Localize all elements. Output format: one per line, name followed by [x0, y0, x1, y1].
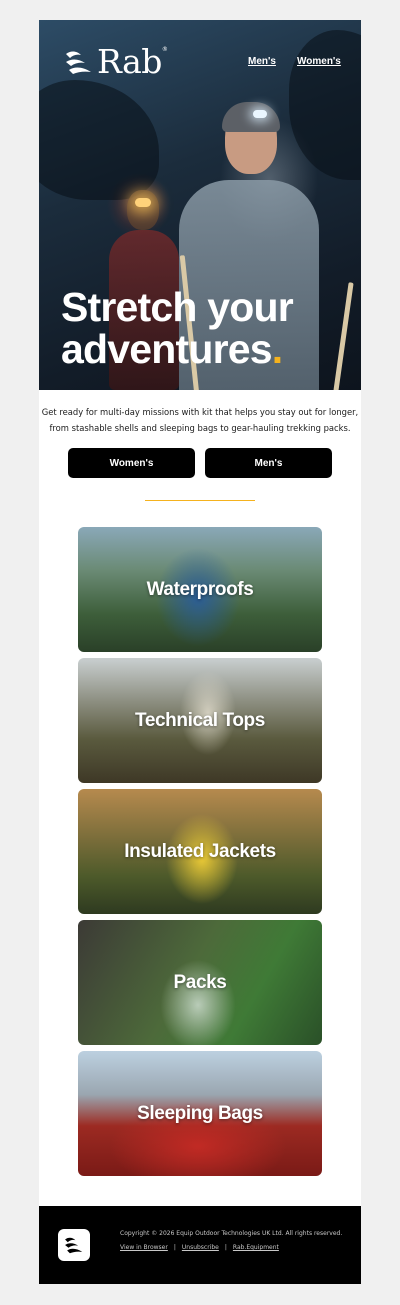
- rab-bird-icon: [65, 1237, 83, 1254]
- rab-bird-icon: [66, 50, 91, 74]
- category-tile-packs[interactable]: Packs: [78, 920, 322, 1045]
- hero-headline-line2: adventures: [61, 326, 273, 372]
- headlamp-glow: [135, 198, 151, 207]
- intro-line: from stashable shells and sleeping bags …: [49, 423, 351, 433]
- headlamp-glow: [253, 110, 267, 118]
- mens-button[interactable]: Men's: [205, 448, 332, 478]
- category-tile-technical-tops[interactable]: Technical Tops: [78, 658, 322, 783]
- category-label: Waterproofs: [146, 578, 254, 600]
- footer-links: View in Browser | Unsubscribe | Rab.Equipmen…: [120, 1244, 279, 1251]
- category-tile-insulated-jackets[interactable]: Insulated Jackets: [78, 789, 322, 914]
- footer-logo[interactable]: [58, 1229, 90, 1261]
- footer-copyright: Copyright © 2026 Equip Outdoor Technolog…: [120, 1230, 343, 1237]
- hero-headline: Stretch your adventures.: [61, 284, 294, 372]
- email-container: Rab ® Men's Women's Stretch your adventu…: [39, 20, 361, 1284]
- unsubscribe-link[interactable]: Unsubscribe: [182, 1244, 219, 1251]
- category-label: Packs: [173, 971, 227, 993]
- hero-rock-shadow: [289, 30, 361, 180]
- hero-headline-dot: .: [271, 326, 283, 372]
- brand-wordmark: Rab: [97, 42, 162, 81]
- registered-mark: ®: [161, 46, 168, 53]
- hero-banner[interactable]: Rab ® Men's Women's Stretch your adventu…: [39, 20, 361, 390]
- beanie-hat: [222, 102, 280, 132]
- intro-line: Get ready for multi-day missions with ki…: [41, 407, 359, 417]
- footer-separator: |: [173, 1244, 176, 1251]
- view-in-browser-link[interactable]: View in Browser: [120, 1244, 168, 1251]
- category-tile-waterproofs[interactable]: Waterproofs: [78, 527, 322, 652]
- category-label: Sleeping Bags: [137, 1102, 263, 1124]
- category-label: Technical Tops: [135, 709, 265, 731]
- womens-button[interactable]: Women's: [68, 448, 195, 478]
- nav-link-womens[interactable]: Women's: [297, 56, 341, 67]
- intro-text: Get ready for multi-day missions with ki…: [39, 404, 361, 436]
- category-label: Insulated Jackets: [124, 840, 276, 862]
- trekking-pole: [333, 282, 354, 390]
- category-tile-sleeping-bags[interactable]: Sleeping Bags: [78, 1051, 322, 1176]
- footer: Copyright © 2026 Equip Outdoor Technolog…: [39, 1206, 361, 1284]
- divider-rule: [145, 500, 255, 501]
- brand-logo[interactable]: Rab ®: [63, 42, 168, 81]
- hero-headline-line1: Stretch your: [61, 284, 294, 330]
- hero-hiker-background-head: [127, 190, 159, 230]
- nav-link-mens[interactable]: Men's: [248, 56, 276, 67]
- footer-separator: |: [224, 1244, 227, 1251]
- rab-equipment-link[interactable]: Rab.Equipment: [233, 1244, 279, 1251]
- hero-rock-shadow: [39, 80, 159, 200]
